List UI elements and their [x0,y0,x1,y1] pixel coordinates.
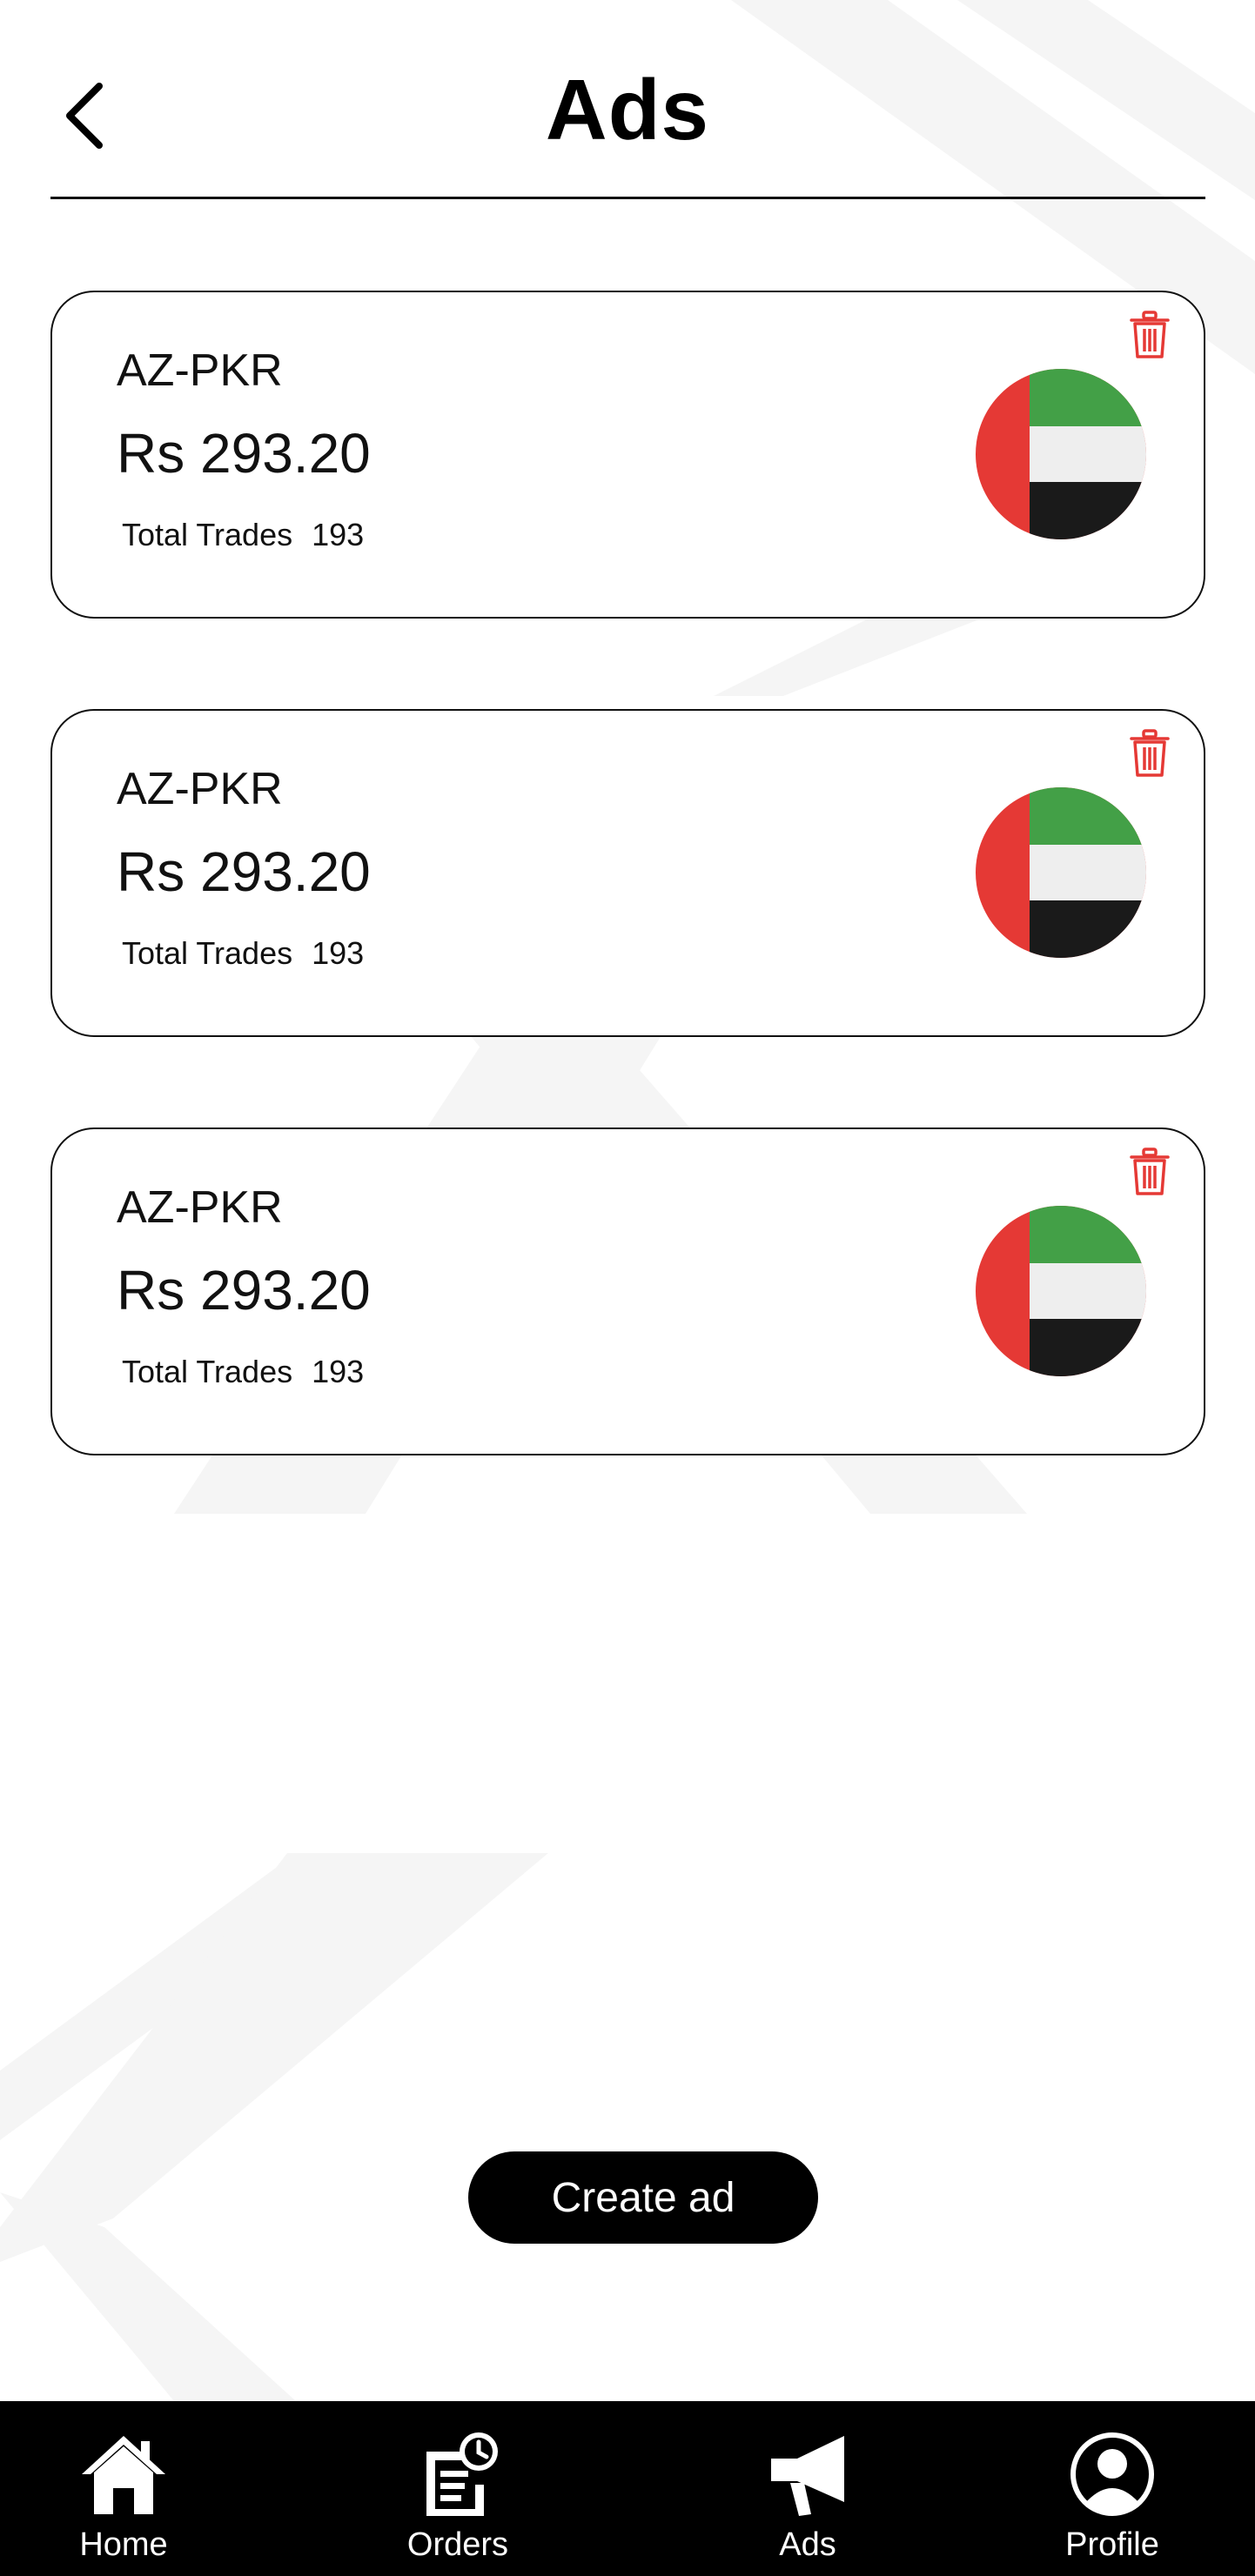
nav-label-home: Home [79,2526,168,2563]
header-divider [50,197,1205,199]
nav-item-ads[interactable]: Ads [712,2401,903,2576]
ad-trades: Total Trades 193 [122,935,364,972]
ad-card[interactable]: AZ-PKR Rs 293.20 Total Trades 193 [50,1127,1205,1455]
uae-flag-icon [976,369,1146,539]
ad-price: Rs 293.20 [117,1259,371,1321]
bottom-nav: Home Orders Ads Profile [0,2401,1255,2576]
profile-icon [1064,2431,1160,2518]
ad-currency-pair: AZ-PKR [117,345,283,396]
ad-currency-pair: AZ-PKR [117,764,283,814]
ad-card[interactable]: AZ-PKR Rs 293.20 Total Trades 193 [50,291,1205,619]
nav-item-profile[interactable]: Profile [1017,2401,1208,2576]
uae-flag-icon [976,1206,1146,1376]
page-title: Ads [545,62,710,157]
nav-label-ads: Ads [779,2526,836,2563]
home-icon [76,2431,171,2518]
uae-flag-icon [976,787,1146,958]
ad-trades: Total Trades 193 [122,1354,364,1390]
ad-currency-pair: AZ-PKR [117,1182,283,1233]
megaphone-icon [760,2431,856,2518]
trash-icon [1130,1147,1170,1195]
delete-button[interactable] [1129,728,1171,779]
ad-price: Rs 293.20 [117,840,371,903]
ad-list: AZ-PKR Rs 293.20 Total Trades 193 AZ-PKR… [50,291,1205,1546]
ad-trades-label: Total Trades [122,1354,293,1389]
delete-button[interactable] [1129,310,1171,360]
nav-label-orders: Orders [406,2526,509,2563]
app-header: Ads [0,0,1255,202]
trash-icon [1130,311,1170,358]
nav-label-profile: Profile [1065,2526,1159,2563]
nav-item-home[interactable]: Home [28,2401,219,2576]
ad-trades: Total Trades 193 [122,517,364,553]
trash-icon [1130,729,1170,777]
ad-price: Rs 293.20 [117,422,371,485]
ad-trades-label: Total Trades [122,517,293,552]
ad-trades-label: Total Trades [122,935,293,971]
ad-trades-count: 193 [312,517,365,552]
create-ad-button[interactable]: Create ad [468,2151,818,2244]
ad-card[interactable]: AZ-PKR Rs 293.20 Total Trades 193 [50,709,1205,1037]
orders-icon [410,2431,506,2518]
delete-button[interactable] [1129,1147,1171,1197]
nav-item-orders[interactable]: Orders [362,2401,554,2576]
ad-trades-count: 193 [312,935,365,971]
ad-trades-count: 193 [312,1354,365,1389]
